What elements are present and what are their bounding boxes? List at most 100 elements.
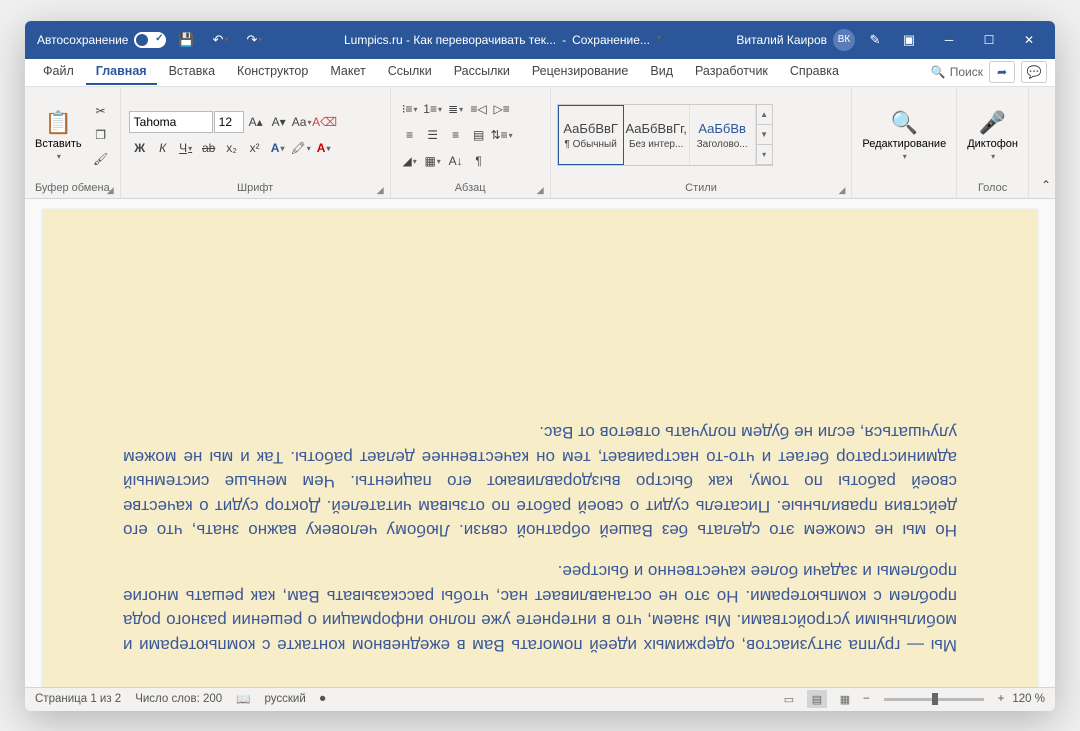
- ribbon-display-icon[interactable]: ▣: [895, 26, 923, 54]
- zoom-level[interactable]: 120 %: [1012, 693, 1045, 705]
- title-dropdown-icon[interactable]: ▾: [657, 33, 661, 47]
- styles-launcher-icon[interactable]: ◢: [838, 185, 845, 196]
- print-layout-icon[interactable]: ▤: [807, 690, 827, 708]
- tab-home[interactable]: Главная: [86, 59, 157, 85]
- close-button[interactable]: ✕: [1009, 21, 1049, 59]
- bullets-icon[interactable]: ⁝≡▾: [399, 98, 421, 120]
- decrease-indent-icon[interactable]: ≡◁: [468, 98, 490, 120]
- zoom-in-button[interactable]: +: [998, 693, 1005, 705]
- titlebar: Автосохранение ✓ 💾 ↶▾ ↷▾ Lumpics.ru - Ка…: [25, 21, 1055, 59]
- dictate-label: Диктофон: [967, 138, 1018, 150]
- show-marks-icon[interactable]: ¶: [468, 150, 490, 172]
- clipboard-label: Буфер обмена: [35, 182, 110, 194]
- undo-icon[interactable]: ↶▾: [206, 26, 234, 54]
- web-layout-icon[interactable]: ▦: [835, 690, 855, 708]
- ribbon: 📋 Вставить ▾ ✂ ❐ 🖌 Буфер обмена◢ Tahoma …: [25, 87, 1055, 199]
- tab-review[interactable]: Рецензирование: [522, 59, 639, 85]
- page[interactable]: Мы — группа энтузиастов, одержимых идеей…: [43, 209, 1037, 687]
- line-spacing-icon[interactable]: ⇅≡▾: [491, 124, 513, 146]
- change-case-icon[interactable]: Aa▾: [291, 111, 313, 133]
- editing-button[interactable]: 🔍 Редактирование ▾: [858, 106, 950, 165]
- paragraph-label: Абзац: [455, 182, 486, 194]
- cut-icon[interactable]: ✂: [90, 100, 112, 122]
- save-status: Сохранение...: [572, 33, 650, 47]
- style-no-spacing[interactable]: АаБбВвГг, Без интер...: [624, 105, 690, 165]
- paste-button[interactable]: 📋 Вставить ▾: [31, 106, 86, 165]
- minimize-button[interactable]: ─: [929, 21, 969, 59]
- justify-icon[interactable]: ▤: [468, 124, 490, 146]
- page-indicator[interactable]: Страница 1 из 2: [35, 693, 121, 705]
- paragraph-1[interactable]: Мы — группа энтузиастов, одержимых идеей…: [123, 558, 957, 657]
- underline-button[interactable]: Ч▾: [175, 137, 197, 159]
- zoom-slider[interactable]: [884, 698, 984, 701]
- autosave-toggle[interactable]: ✓: [134, 32, 166, 48]
- strike-button[interactable]: ab: [198, 137, 220, 159]
- subscript-button[interactable]: x₂: [221, 137, 243, 159]
- clipboard-launcher-icon[interactable]: ◢: [107, 185, 114, 196]
- flipped-text[interactable]: Мы — группа энтузиастов, одержимых идеей…: [123, 403, 957, 657]
- sort-icon[interactable]: A↓: [445, 150, 467, 172]
- find-icon: 🔍: [891, 110, 918, 136]
- maximize-button[interactable]: ☐: [969, 21, 1009, 59]
- styles-scroll[interactable]: ▲▼▾: [756, 105, 772, 165]
- font-name-input[interactable]: Tahoma: [129, 111, 213, 133]
- bold-button[interactable]: Ж: [129, 137, 151, 159]
- italic-button[interactable]: К: [152, 137, 174, 159]
- tab-insert[interactable]: Вставка: [159, 59, 225, 85]
- tab-developer[interactable]: Разработчик: [685, 59, 778, 85]
- increase-indent-icon[interactable]: ▷≡: [491, 98, 513, 120]
- draw-mode-icon[interactable]: ✎: [861, 26, 889, 54]
- tab-layout[interactable]: Макет: [320, 59, 375, 85]
- search-icon: 🔍: [931, 65, 946, 79]
- paste-label: Вставить: [35, 138, 82, 150]
- style-normal[interactable]: АаБбВвГ ¶ Обычный: [558, 105, 624, 165]
- search-box[interactable]: 🔍 Поиск: [931, 65, 983, 79]
- clear-format-icon[interactable]: A⌫: [314, 111, 336, 133]
- comments-button[interactable]: 💬: [1021, 61, 1047, 83]
- word-count[interactable]: Число слов: 200: [135, 693, 222, 705]
- font-size-input[interactable]: 12: [214, 111, 244, 133]
- numbering-icon[interactable]: 1≡▾: [422, 98, 444, 120]
- document-area[interactable]: Мы — группа энтузиастов, одержимых идеей…: [25, 199, 1055, 687]
- tab-design[interactable]: Конструктор: [227, 59, 318, 85]
- grow-font-icon[interactable]: A▴: [245, 111, 267, 133]
- collapse-ribbon-icon[interactable]: ⌃: [1035, 174, 1055, 196]
- format-painter-icon[interactable]: 🖌: [90, 148, 112, 170]
- ribbon-tabs: Файл Главная Вставка Конструктор Макет С…: [25, 59, 1055, 87]
- tab-view[interactable]: Вид: [640, 59, 683, 85]
- borders-icon[interactable]: ▦▾: [422, 150, 444, 172]
- tab-help[interactable]: Справка: [780, 59, 849, 85]
- tab-file[interactable]: Файл: [33, 59, 84, 85]
- read-mode-icon[interactable]: ▭: [779, 690, 799, 708]
- multilevel-icon[interactable]: ≣▾: [445, 98, 467, 120]
- tab-references[interactable]: Ссылки: [378, 59, 442, 85]
- shading-icon[interactable]: ◢▾: [399, 150, 421, 172]
- dictate-button[interactable]: 🎤 Диктофон ▾: [963, 106, 1022, 165]
- group-voice: 🎤 Диктофон ▾ Голос: [957, 87, 1029, 198]
- doc-title: Lumpics.ru - Как переворачивать тек...: [344, 33, 556, 47]
- save-icon[interactable]: 💾: [172, 26, 200, 54]
- style-heading1[interactable]: АаБбВв Заголово...: [690, 105, 756, 165]
- share-button[interactable]: ➦: [989, 61, 1015, 83]
- align-center-icon[interactable]: ☰: [422, 124, 444, 146]
- align-right-icon[interactable]: ≡: [445, 124, 467, 146]
- font-launcher-icon[interactable]: ◢: [377, 185, 384, 196]
- spell-check-icon[interactable]: 📖: [236, 692, 250, 706]
- avatar[interactable]: ВК: [833, 29, 855, 51]
- superscript-button[interactable]: x²: [244, 137, 266, 159]
- zoom-out-button[interactable]: −: [863, 693, 870, 705]
- copy-icon[interactable]: ❐: [90, 124, 112, 146]
- mic-icon: 🎤: [979, 110, 1006, 136]
- paragraph-2[interactable]: Но мы не сможем это сделать без Вашей об…: [123, 419, 957, 542]
- highlight-icon[interactable]: 🖍▾: [290, 137, 312, 159]
- font-color-icon[interactable]: A▾: [313, 137, 335, 159]
- paragraph-launcher-icon[interactable]: ◢: [537, 185, 544, 196]
- redo-icon[interactable]: ↷▾: [240, 26, 268, 54]
- language-indicator[interactable]: русский: [264, 693, 305, 705]
- styles-gallery[interactable]: АаБбВвГ ¶ Обычный АаБбВвГг, Без интер...…: [557, 104, 773, 166]
- shrink-font-icon[interactable]: A▾: [268, 111, 290, 133]
- align-left-icon[interactable]: ≡: [399, 124, 421, 146]
- text-effects-icon[interactable]: A▾: [267, 137, 289, 159]
- tab-mailings[interactable]: Рассылки: [444, 59, 520, 85]
- macro-icon[interactable]: ⏺: [320, 693, 326, 706]
